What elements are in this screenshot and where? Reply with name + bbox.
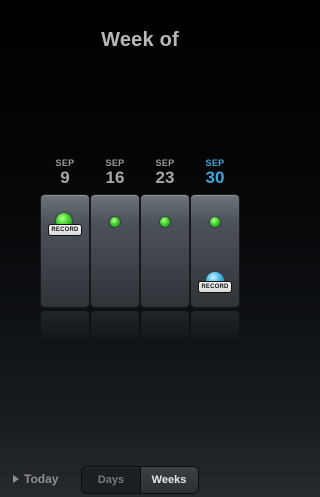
week-day-label: 30 [205, 168, 225, 187]
week-day-label: 9 [60, 168, 70, 187]
week-month-label: SEP [155, 158, 175, 168]
page-title: Week of [101, 29, 179, 51]
week-panel-reflection [91, 311, 139, 341]
activity-dot-icon [160, 217, 170, 227]
view-mode-segmented-control: Days Weeks [82, 467, 198, 493]
week-panel-2[interactable] [91, 195, 139, 307]
today-button[interactable]: Today [13, 472, 58, 486]
week-header-3: SEP 23 [141, 158, 189, 187]
activity-dot-icon [210, 217, 220, 227]
week-month-label: SEP [205, 158, 225, 168]
activity-dot-icon [110, 217, 120, 227]
week-panel-reflection [141, 311, 189, 341]
today-label: Today [24, 472, 59, 486]
week-panel-1[interactable]: RECORD [41, 195, 89, 307]
week-month-label: SEP [105, 158, 125, 168]
week-header-2: SEP 16 [91, 158, 139, 187]
week-panel-reflection [191, 311, 239, 341]
week-header-4: SEP 30 [191, 158, 239, 187]
play-arrow-icon [13, 475, 19, 483]
week-header-1: SEP 9 [41, 158, 89, 187]
record-badge[interactable]: RECORD [48, 224, 82, 236]
bottom-toolbar: Today Days Weeks [0, 458, 280, 497]
week-panel-3[interactable] [141, 195, 189, 307]
week-day-label: 16 [105, 168, 125, 187]
week-panel-4[interactable]: RECORD [191, 195, 239, 307]
record-badge[interactable]: RECORD [198, 281, 232, 293]
tab-weeks[interactable]: Weeks [140, 467, 198, 493]
tab-days[interactable]: Days [82, 467, 140, 493]
week-panel-reflection [41, 311, 89, 341]
week-day-label: 23 [155, 168, 175, 187]
week-month-label: SEP [55, 158, 75, 168]
